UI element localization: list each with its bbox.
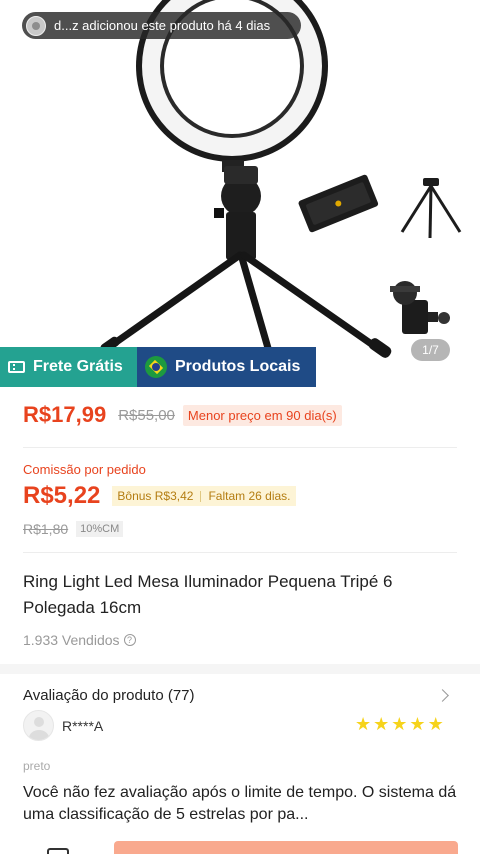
commission-label: Comissão por pedido <box>23 462 146 477</box>
primary-action-button[interactable] <box>114 841 458 854</box>
chevron-right-icon <box>436 689 449 702</box>
current-price: R$17,99 <box>23 402 107 427</box>
reviewer-info: R****A <box>23 710 103 741</box>
commission-row: R$5,22 Bônus R$3,42 Faltam 26 dias. <box>23 482 296 510</box>
price-row: R$17,99 R$55,00 Menor preço em 90 dia(s) <box>23 402 342 428</box>
brazil-flag-icon <box>145 356 167 378</box>
free-shipping-badge: Frete Grátis <box>0 347 137 387</box>
star-icon: ★ <box>427 714 444 734</box>
star-icon: ★ <box>355 714 372 734</box>
avatar <box>23 710 54 741</box>
bonus-remaining: Faltam 26 dias. <box>208 489 291 503</box>
old-commission-row: R$1,80 10%CM <box>23 521 124 537</box>
rating-stars: ★ ★ ★ ★ ★ <box>355 714 444 734</box>
bonus-amount: Bônus R$3,42 <box>117 489 194 503</box>
ticket-icon <box>8 361 25 373</box>
reviews-title: Avaliação do produto (77) <box>23 687 195 704</box>
star-icon: ★ <box>409 714 426 734</box>
store-icon[interactable] <box>47 848 69 854</box>
star-icon: ★ <box>373 714 390 734</box>
divider <box>23 447 457 448</box>
sold-count: 1.933 Vendidos ? <box>23 632 136 648</box>
help-icon[interactable]: ? <box>123 634 136 646</box>
gallery-page-indicator: 1/7 <box>411 339 450 361</box>
reviews-header[interactable]: Avaliação do produto (77) <box>23 687 453 704</box>
lowest-price-tag: Menor preço em 90 dia(s) <box>182 404 342 426</box>
review-text: Você não fez avaliação após o limite de … <box>23 784 457 823</box>
local-products-badge: Produtos Locais <box>137 347 316 387</box>
bonus-separator <box>200 490 202 502</box>
ring-light-illustration <box>100 0 462 359</box>
shipping-badges: Frete Grátis Produtos Locais <box>0 347 316 387</box>
divider <box>23 552 457 553</box>
notice-text: d...z adicionou este produto há 4 dias <box>54 18 271 33</box>
product-image-gallery[interactable]: d...z adicionou este produto há 4 dias 1… <box>0 0 480 388</box>
reviewer-name: R****A <box>62 717 104 734</box>
old-commission-value: R$1,80 <box>23 521 69 537</box>
user-avatar-icon <box>26 15 46 36</box>
sold-count-text: 1.933 Vendidos <box>23 632 120 648</box>
commission-rate-tag: 10%CM <box>76 521 124 537</box>
original-price: R$55,00 <box>118 406 175 424</box>
local-products-label: Produtos Locais <box>175 358 301 375</box>
recent-activity-notice: d...z adicionou este produto há 4 dias <box>22 12 301 39</box>
free-shipping-label: Frete Grátis <box>33 358 123 375</box>
section-separator <box>0 664 480 674</box>
review-variant: preto <box>23 759 51 773</box>
bonus-tag: Bônus R$3,42 Faltam 26 dias. <box>112 486 296 506</box>
commission-value: R$5,22 <box>23 482 101 509</box>
star-icon: ★ <box>391 714 408 734</box>
product-title: Ring Light Led Mesa Iluminador Pequena T… <box>23 572 393 617</box>
